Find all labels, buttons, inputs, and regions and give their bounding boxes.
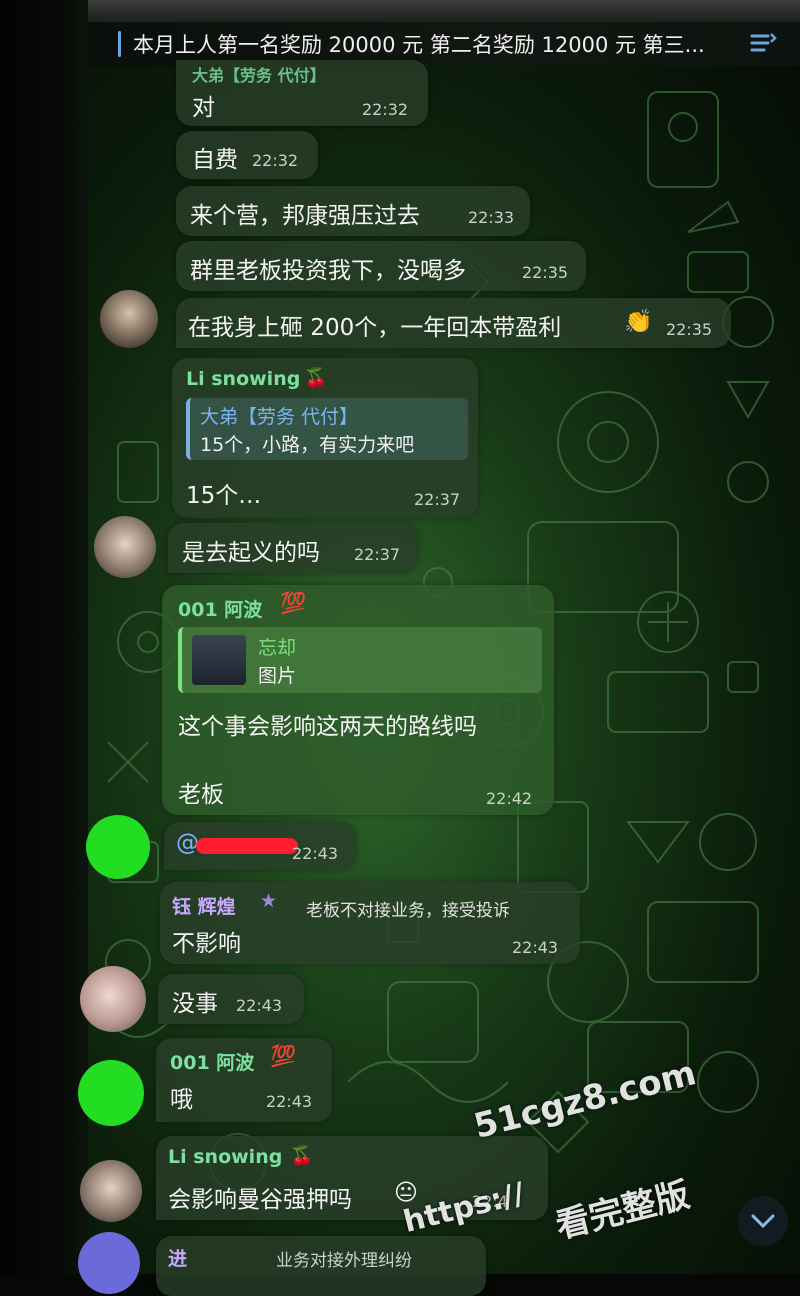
message-time: 22:35 bbox=[522, 263, 569, 282]
partial-sender-name: 大弟【劳务 代付】 bbox=[192, 66, 326, 85]
user-avatar[interactable] bbox=[80, 1160, 142, 1222]
message-bubble[interactable]: 是去起义的吗 22:37 bbox=[168, 523, 418, 573]
message-text: 这个事会影响这两天的路线吗 bbox=[178, 714, 477, 740]
window-top-strip bbox=[0, 0, 800, 22]
message-text: 对 bbox=[192, 95, 215, 121]
message-text: 没事 bbox=[172, 991, 218, 1017]
sender-name[interactable]: 钰 辉煌 bbox=[172, 892, 236, 919]
message-time: 22:32 bbox=[362, 100, 409, 119]
user-avatar[interactable] bbox=[80, 966, 146, 1032]
message-bubble[interactable]: 没事 22:43 bbox=[158, 974, 304, 1024]
message-bubble[interactable]: 001 阿波 💯 哦 22:43 bbox=[156, 1038, 332, 1122]
pinned-list-icon[interactable] bbox=[750, 30, 778, 60]
reply-sender: 大弟【劳务 代付】 bbox=[200, 406, 359, 428]
reply-sender: 忘却 bbox=[258, 637, 297, 659]
star-icon: ★ bbox=[260, 890, 278, 912]
message-time: 22:43 bbox=[292, 844, 339, 863]
reply-quote[interactable]: 大弟【劳务 代付】 15个，小路，有实力来吧 bbox=[186, 398, 468, 460]
message-time: 22:43 bbox=[236, 996, 283, 1015]
message-time: 22:37 bbox=[414, 490, 461, 509]
message-bubble[interactable]: Li snowing 🍒 大弟【劳务 代付】 15个，小路，有实力来吧 15个…… bbox=[172, 358, 478, 518]
reply-image-thumbnail bbox=[192, 635, 246, 685]
message-text: 是去起义的吗 bbox=[182, 540, 320, 566]
message-text: 自费 bbox=[192, 147, 238, 173]
sender-name[interactable]: Li snowing bbox=[186, 368, 300, 390]
message-time: 22:43 bbox=[266, 1092, 313, 1111]
message-bubble[interactable]: @ 22:43 bbox=[164, 822, 356, 870]
message-text: 不影响 bbox=[172, 931, 241, 957]
user-avatar[interactable] bbox=[78, 1060, 144, 1126]
pinned-message-text: 本月上人第一名奖励 20000 元 第二名奖励 12000 元 第三... bbox=[133, 33, 705, 57]
user-avatar[interactable] bbox=[86, 815, 150, 879]
message-time: 22:42 bbox=[486, 789, 533, 808]
message-bubble[interactable]: 钰 辉煌 ★ 老板不对接业务，接受投诉 不影响 22:43 bbox=[160, 882, 580, 964]
message-bubble[interactable]: 来个营，邦康强压过去 22:33 bbox=[176, 186, 530, 236]
message-time: 22:43 bbox=[512, 938, 559, 957]
cherry-emoji-icon: 🍒 bbox=[304, 367, 328, 389]
message-bubble[interactable]: 大弟【劳务 代付】 对 22:32 bbox=[176, 60, 428, 126]
message-text: 会影响曼谷强押吗 bbox=[168, 1187, 352, 1213]
redaction-mark bbox=[196, 838, 298, 854]
hundred-points-icon: 💯 bbox=[280, 591, 307, 615]
message-time: 22:33 bbox=[468, 208, 515, 227]
reply-text: 15个，小路，有实力来吧 bbox=[200, 434, 415, 456]
screen-bezel bbox=[0, 0, 88, 1274]
message-time: 22:32 bbox=[252, 151, 299, 170]
sender-name[interactable]: 进 bbox=[168, 1244, 187, 1271]
message-bubble[interactable]: 001 阿波 💯 忘却 图片 这个事会影响这两天的路线吗 老板 22:42 bbox=[162, 585, 554, 815]
sender-title: 老板不对接业务，接受投诉 bbox=[306, 901, 510, 921]
pinned-indicator bbox=[118, 31, 121, 57]
user-avatar[interactable] bbox=[100, 290, 158, 348]
message-text: 15个… bbox=[186, 483, 262, 509]
reply-quote[interactable]: 忘却 图片 bbox=[178, 627, 542, 693]
user-avatar[interactable] bbox=[78, 1232, 140, 1294]
sender-name[interactable]: Li snowing bbox=[168, 1146, 282, 1168]
message-time: 22:37 bbox=[354, 545, 401, 564]
clap-emoji-icon: 👏 bbox=[624, 309, 653, 335]
sender-title: 业务对接外理纠纷 bbox=[276, 1251, 412, 1271]
message-text: 在我身上砸 200个，一年回本带盈利 bbox=[188, 315, 562, 341]
message-text: 群里老板投资我下，没喝多 bbox=[190, 258, 466, 284]
sender-name[interactable]: 001 阿波 bbox=[178, 595, 262, 622]
reply-text: 图片 bbox=[258, 665, 297, 687]
message-text: 来个营，邦康强压过去 bbox=[190, 203, 420, 229]
user-avatar[interactable] bbox=[94, 516, 156, 578]
message-time: 22:35 bbox=[666, 320, 713, 339]
message-bubble[interactable]: 进 业务对接外理纠纷 bbox=[156, 1236, 486, 1296]
message-bubble[interactable]: 自费 22:32 bbox=[176, 131, 318, 179]
message-bubble[interactable]: 在我身上砸 200个，一年回本带盈利 👏 22:35 bbox=[176, 298, 731, 348]
message-text-line2: 老板 bbox=[178, 782, 224, 808]
chevron-down-icon bbox=[751, 1214, 775, 1229]
message-text: 哦 bbox=[170, 1087, 193, 1113]
sender-name[interactable]: 001 阿波 bbox=[170, 1048, 254, 1075]
scroll-down-button[interactable] bbox=[738, 1196, 788, 1246]
message-bubble[interactable]: 群里老板投资我下，没喝多 22:35 bbox=[176, 241, 586, 291]
hundred-points-icon: 💯 bbox=[270, 1044, 297, 1068]
cherry-emoji-icon: 🍒 bbox=[290, 1145, 314, 1167]
